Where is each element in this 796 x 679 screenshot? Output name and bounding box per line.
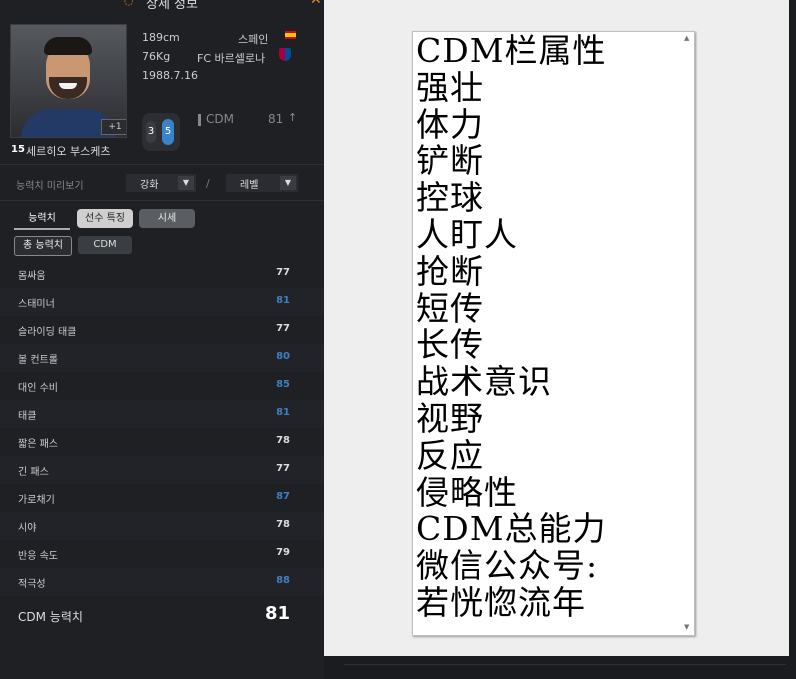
stat-name: 적극성: [18, 579, 46, 590]
stat-row: 몸싸움 77: [0, 260, 324, 288]
stat-name: 몸싸움: [18, 271, 46, 282]
note-line: 体力: [416, 104, 484, 144]
note-line: 强壮: [416, 67, 484, 107]
bottom-strip: [324, 656, 796, 679]
stat-value: 87: [276, 491, 290, 502]
level-dropdown[interactable]: 레벨 ▼: [226, 174, 298, 192]
note-line: 侵略性: [416, 472, 518, 512]
stat-value: 78: [276, 519, 290, 530]
chat-icon: ◌: [124, 0, 134, 7]
stat-value: 88: [276, 575, 290, 586]
total-value: 81: [264, 603, 290, 624]
stat-row: 대인 수비 85: [0, 372, 324, 400]
subtab-total[interactable]: 총 능력치: [14, 236, 72, 256]
panel-title: 상세 정보: [146, 0, 198, 12]
notes-text: CDM栏属性 强壮 体力 铲断 控球 人盯人 抢断 短传 长传 战术意识 视野 反应 侵略性 CDM总能力…: [416, 31, 607, 622]
player-detail-panel: ◌ 상세 정보 ✕ +1 15 세르히오 부스케츠 189cm 76Kg 198…: [0, 0, 324, 679]
stat-row: 슬라이딩 태클 77: [0, 316, 324, 344]
notes-textarea[interactable]: CDM栏属性 强壮 体力 铲断 控球 人盯人 抢断 短传 长传 战术意识 视野 反应 侵略性 CDM总能力…: [412, 31, 695, 636]
note-line: 人盯人: [416, 214, 518, 254]
stat-value: 78: [276, 435, 290, 446]
player-name: 세르히오 부스케츠: [26, 145, 111, 158]
stat-value: 79: [276, 547, 290, 558]
stat-name: 반응 속도: [18, 551, 58, 562]
total-row: CDM 능력치 81: [0, 600, 324, 632]
chevron-down-icon: ▼: [280, 176, 296, 190]
stat-name: 짧은 패스: [18, 439, 58, 450]
stat-name: 태클: [18, 411, 37, 422]
player-club: FC 바르셀로나: [197, 52, 266, 65]
stat-name: 긴 패스: [18, 467, 49, 478]
position-rating: 81: [268, 112, 284, 126]
note-line: 视野: [416, 398, 484, 438]
enhance-dropdown-label: 강화: [140, 180, 159, 191]
stat-name: 볼 컨트롤: [18, 355, 58, 366]
note-line: 抢断: [416, 251, 484, 291]
stat-name: 스태미너: [18, 299, 55, 310]
player-photo: +1: [10, 24, 127, 138]
chevron-down-icon: ▼: [178, 176, 194, 190]
divider: [0, 164, 324, 165]
arrow-up-icon: ↑: [288, 111, 298, 124]
title-bar: ◌ 상세 정보 ✕: [0, 0, 324, 12]
position-count-a: 3: [146, 121, 156, 143]
subtab-cdm[interactable]: CDM: [78, 236, 132, 254]
stat-row: 짧은 패스 78: [0, 428, 324, 456]
total-label: CDM 능력치: [18, 610, 83, 624]
club-crest-icon: [279, 48, 291, 61]
level-dropdown-label: 레벨: [240, 180, 259, 191]
player-country: 스페인: [238, 33, 269, 46]
stat-value: 80: [276, 351, 290, 362]
preview-label: 능력치 미리보기: [16, 181, 84, 192]
stat-value: 77: [276, 267, 290, 278]
stat-value: 85: [276, 379, 290, 390]
stat-row: 시야 78: [0, 512, 324, 540]
stat-value: 81: [276, 295, 290, 306]
spain-flag-icon: [285, 31, 296, 39]
stat-row: 적극성 88: [0, 568, 324, 596]
close-icon[interactable]: ✕: [310, 0, 322, 8]
stat-value: 77: [276, 463, 290, 474]
stat-row: 스태미너 81: [0, 288, 324, 316]
stat-row: 긴 패스 77: [0, 456, 324, 484]
stat-row: 볼 컨트롤 80: [0, 344, 324, 372]
note-line: 长传: [416, 325, 484, 365]
position-count-b: 5: [162, 119, 174, 145]
position-marker: [198, 114, 201, 126]
enhance-dropdown[interactable]: 강화 ▼: [126, 174, 196, 192]
stat-name: 시야: [18, 523, 37, 534]
stat-value: 81: [276, 407, 290, 418]
divider: [0, 200, 324, 201]
stat-name: 가로채기: [18, 495, 55, 506]
tab-price[interactable]: 시세: [139, 209, 195, 228]
player-height: 189cm: [142, 31, 180, 44]
note-line: 控球: [416, 178, 484, 218]
note-line: 微信公众号:: [416, 546, 599, 586]
note-line: 短传: [416, 288, 484, 328]
stat-value: 77: [276, 323, 290, 334]
scroll-up-icon[interactable]: ▲: [684, 34, 689, 42]
tab-stats[interactable]: 능력치: [14, 209, 70, 230]
tab-traits[interactable]: 선수 특징: [77, 209, 133, 228]
player-weight: 76Kg: [142, 50, 171, 63]
position-label: CDM: [206, 112, 234, 126]
stat-name: 슬라이딩 태클: [18, 327, 77, 338]
stat-row: 가로채기 87: [0, 484, 324, 512]
stat-name: 대인 수비: [18, 383, 58, 394]
player-birth: 1988.7.16: [142, 69, 198, 82]
stat-row: 태클 81: [0, 400, 324, 428]
jersey-number: 15: [11, 144, 25, 155]
note-line: CDM栏属性: [416, 31, 607, 70]
stat-row: 반응 속도 79: [0, 540, 324, 568]
upgrade-badge: +1: [101, 119, 126, 135]
note-line: 若恍惚流年: [416, 582, 586, 622]
note-line: 反应: [416, 435, 484, 475]
scrollbar[interactable]: ▲ ▼: [682, 32, 694, 635]
scroll-down-icon[interactable]: ▼: [684, 623, 689, 631]
separator-slash: /: [206, 177, 210, 190]
note-line: 战术意识: [416, 362, 552, 402]
note-line: 铲断: [416, 141, 484, 181]
note-line: CDM总能力: [416, 509, 607, 549]
